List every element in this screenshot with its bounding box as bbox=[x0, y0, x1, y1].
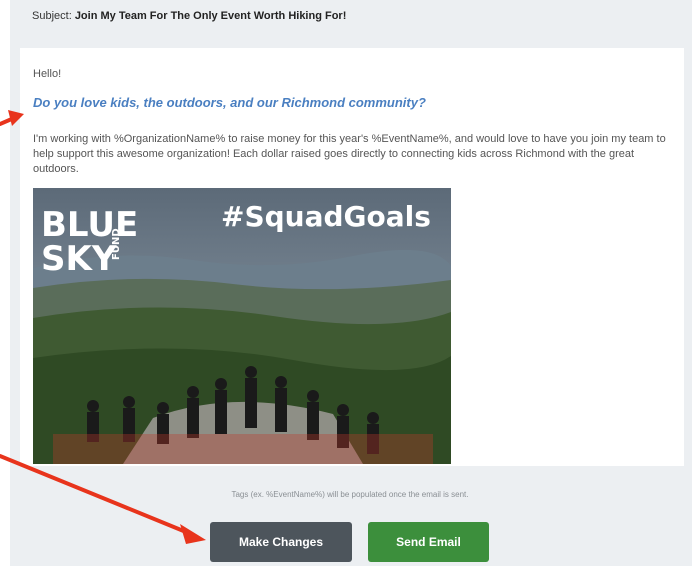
email-greeting: Hello! bbox=[33, 68, 62, 80]
email-paragraph: I'm working with %OrganizationName% to r… bbox=[33, 133, 666, 175]
subject-label: Subject: bbox=[32, 10, 72, 22]
send-email-button[interactable]: Send Email bbox=[368, 522, 489, 562]
hashtag-text: #SquadGoals bbox=[221, 200, 431, 233]
email-body: Hello! Do you love kids, the outdoors, a… bbox=[20, 48, 684, 466]
subject-line: Subject: Join My Team For The Only Event… bbox=[32, 10, 346, 22]
tags-note: Tags (ex. %EventName%) will be populated… bbox=[231, 490, 469, 499]
logo-fund-text: FUND bbox=[111, 228, 122, 260]
subject-text: Join My Team For The Only Event Worth Hi… bbox=[74, 10, 347, 22]
make-changes-button[interactable]: Make Changes bbox=[210, 522, 352, 562]
email-headline: Do you love kids, the outdoors, and our … bbox=[33, 95, 426, 110]
email-image: BLUE SKY FUND #SquadGoals bbox=[33, 188, 451, 464]
logo-sky-text: SKY bbox=[41, 239, 117, 279]
group-photo: BLUE SKY FUND #SquadGoals bbox=[33, 188, 451, 464]
